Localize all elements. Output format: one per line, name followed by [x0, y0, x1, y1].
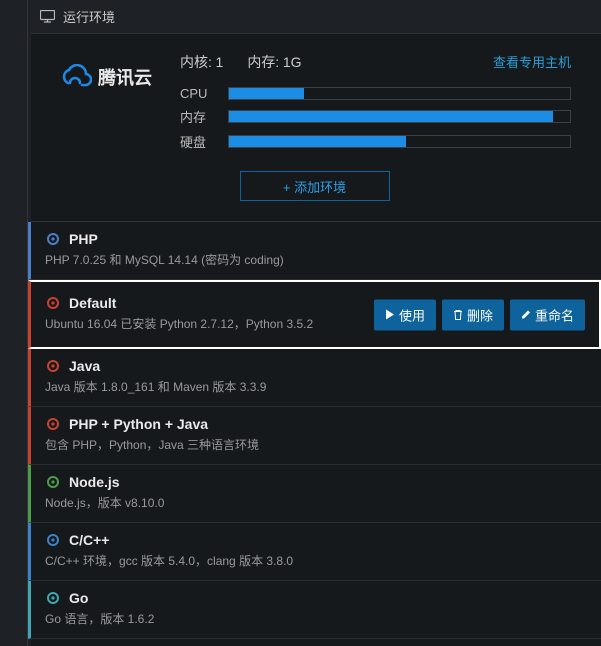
env-icon [45, 295, 61, 311]
main-panel: 运行环境 腾讯云 内核: 1 内存: 1G 查看专用主机 CPU [28, 0, 601, 646]
cpu-label: CPU [180, 86, 220, 101]
env-actions: 使用删除重命名 [374, 299, 585, 330]
env-desc: Go 语言，版本 1.6.2 [45, 610, 587, 627]
env-name: PHP + Python + Java [69, 416, 208, 432]
env-icon [45, 474, 61, 490]
env-desc: PHP 7.0.25 和 MySQL 14.14 (密码为 coding) [45, 251, 587, 268]
env-item[interactable]: Node.js Node.js，版本 v8.10.0 [28, 465, 601, 523]
mem-bar-fill [229, 111, 553, 122]
trash-icon [453, 309, 463, 320]
mem-bar [228, 110, 571, 123]
env-name: Java [69, 358, 100, 374]
disk-label: 硬盘 [180, 132, 220, 151]
panel-header: 运行环境 [28, 0, 601, 34]
panel-title: 运行环境 [63, 7, 115, 26]
env-desc: Node.js，版本 v8.10.0 [45, 494, 587, 511]
mem-value: 1G [283, 54, 302, 70]
cores-value: 1 [216, 54, 224, 70]
add-env-button[interactable]: + 添加环境 [240, 171, 390, 201]
info-panel: 腾讯云 内核: 1 内存: 1G 查看专用主机 CPU 内存 硬盘 [28, 34, 601, 222]
cpu-bar [228, 87, 571, 100]
brand-name: 腾讯云 [98, 64, 152, 90]
disk-bar-fill [229, 136, 406, 147]
mem-label: 内存: [247, 54, 279, 70]
env-item[interactable]: C/C++ C/C++ 环境，gcc 版本 5.4.0，clang 版本 3.8.… [28, 523, 601, 581]
env-item[interactable]: DefaultUbuntu 16.04 已安装 Python 2.7.12，Py… [28, 280, 601, 349]
env-name: C/C++ [69, 532, 109, 548]
env-item[interactable]: Java Java 版本 1.8.0_161 和 Maven 版本 3.3.9 [28, 349, 601, 407]
env-icon [45, 590, 61, 606]
disk-bar [228, 135, 571, 148]
env-item[interactable]: PHP PHP 7.0.25 和 MySQL 14.14 (密码为 coding) [28, 222, 601, 280]
use-button[interactable]: 使用 [374, 299, 436, 330]
view-host-link[interactable]: 查看专用主机 [493, 52, 571, 71]
specs: 内核: 1 内存: 1G 查看专用主机 CPU 内存 硬盘 [180, 52, 571, 151]
env-item[interactable]: PHP + Python + Java 包含 PHP，Python，Java 三种… [28, 407, 601, 465]
delete-button[interactable]: 删除 [442, 299, 504, 330]
env-name: Go [69, 590, 88, 606]
cloud-icon [58, 64, 92, 90]
usage-bars: CPU 内存 硬盘 [180, 86, 571, 151]
env-desc: C/C++ 环境，gcc 版本 5.4.0，clang 版本 3.8.0 [45, 552, 587, 569]
env-name: Node.js [69, 474, 120, 490]
mem-bar-label: 内存 [180, 107, 220, 126]
env-desc: Java 版本 1.8.0_161 和 Maven 版本 3.3.9 [45, 378, 587, 395]
env-item[interactable]: Go Go 语言，版本 1.6.2 [28, 581, 601, 639]
left-gutter [0, 0, 28, 646]
env-icon [45, 532, 61, 548]
play-icon [385, 310, 395, 320]
env-list: PHP PHP 7.0.25 和 MySQL 14.14 (密码为 coding)… [28, 222, 601, 639]
cpu-bar-fill [229, 88, 304, 99]
env-desc: 包含 PHP，Python，Java 三种语言环境 [45, 436, 587, 453]
cloud-brand: 腾讯云 [58, 52, 152, 151]
monitor-icon [40, 10, 55, 23]
rename-button[interactable]: 重命名 [510, 299, 585, 330]
env-name: Default [69, 295, 116, 311]
env-name: PHP [69, 231, 98, 247]
cores-label: 内核: [180, 54, 212, 70]
pencil-icon [521, 310, 531, 320]
env-icon [45, 231, 61, 247]
env-icon [45, 358, 61, 374]
env-icon [45, 416, 61, 432]
